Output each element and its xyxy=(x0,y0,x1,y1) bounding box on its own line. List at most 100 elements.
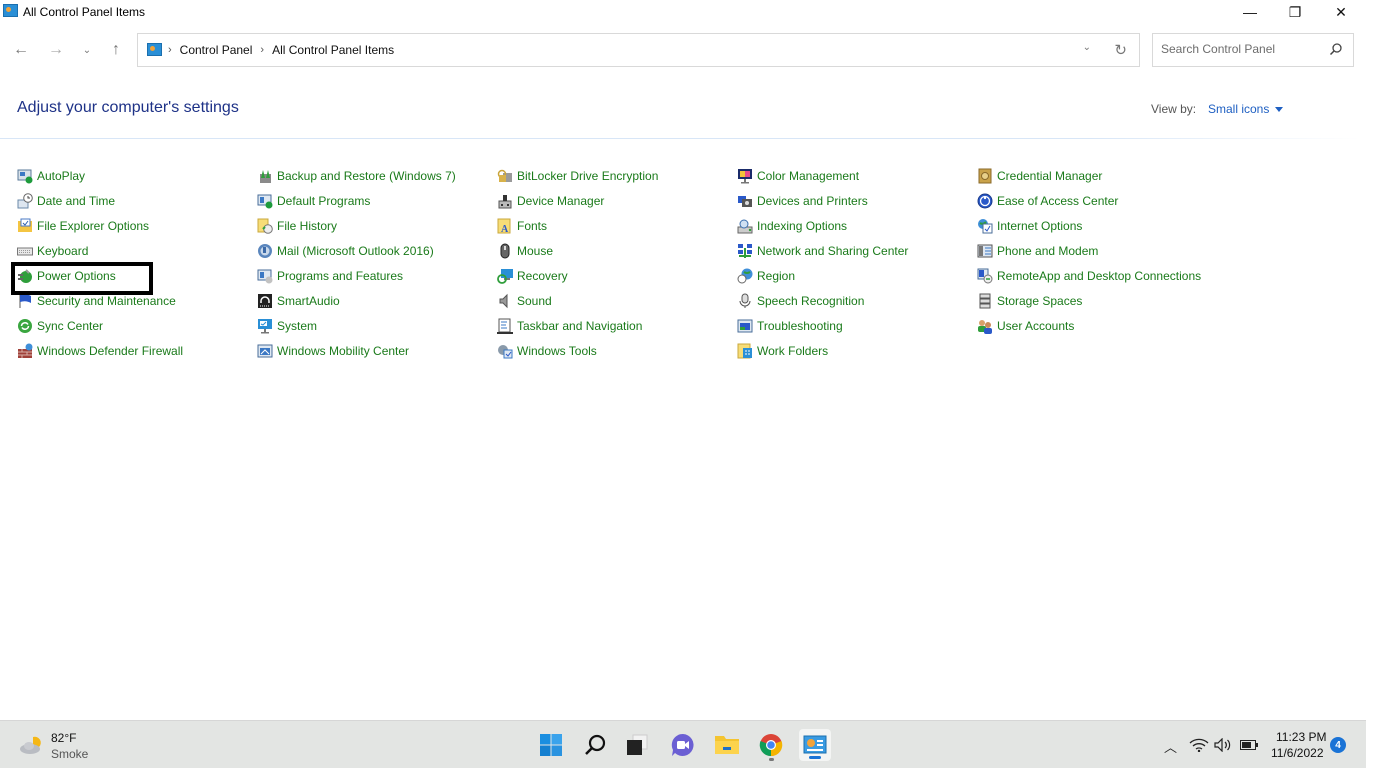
control-panel-item-windows-defender-firewall[interactable]: Windows Defender Firewall xyxy=(17,338,183,363)
tools-icon[interactable] xyxy=(497,343,513,359)
item-label[interactable]: Credential Manager xyxy=(997,169,1102,183)
programs-icon[interactable] xyxy=(257,268,273,284)
item-label[interactable]: Taskbar and Navigation xyxy=(517,319,642,333)
item-label[interactable]: Troubleshooting xyxy=(757,319,843,333)
control-panel-item-power-options[interactable]: Power Options xyxy=(17,263,116,288)
item-label[interactable]: Date and Time xyxy=(37,194,115,208)
control-panel-item-credential-manager[interactable]: Credential Manager xyxy=(977,163,1102,188)
item-label[interactable]: Storage Spaces xyxy=(997,294,1082,308)
item-label[interactable]: Windows Defender Firewall xyxy=(37,344,183,358)
view-by-dropdown[interactable]: Small icons xyxy=(1208,102,1284,116)
control-panel-item-backup-and-restore-windows-7[interactable]: Backup and Restore (Windows 7) xyxy=(257,163,456,188)
search-input[interactable] xyxy=(1161,42,1321,56)
back-button[interactable]: ← xyxy=(9,38,33,62)
item-label[interactable]: Sound xyxy=(517,294,552,308)
address-bar[interactable]: › Control Panel › All Control Panel Item… xyxy=(137,33,1140,67)
ease-of-access-icon[interactable] xyxy=(977,193,993,209)
item-label[interactable]: File Explorer Options xyxy=(37,219,149,233)
taskbar-icon[interactable] xyxy=(497,318,513,334)
close-button[interactable]: ✕ xyxy=(1318,0,1364,24)
maximize-button[interactable]: ❐ xyxy=(1272,0,1318,24)
color-icon[interactable] xyxy=(737,168,753,184)
item-label[interactable]: Mouse xyxy=(517,244,553,258)
weather-icon[interactable] xyxy=(19,735,43,755)
speaker-icon[interactable] xyxy=(497,293,513,309)
address-dropdown-icon[interactable]: ⌄ xyxy=(1083,42,1091,53)
search-icon[interactable] xyxy=(1329,42,1343,56)
item-label[interactable]: Programs and Features xyxy=(277,269,403,283)
default-programs-icon[interactable] xyxy=(257,193,273,209)
weather-description[interactable]: Smoke xyxy=(51,747,88,761)
search-box[interactable] xyxy=(1152,33,1354,67)
item-label[interactable]: SmartAudio xyxy=(277,294,340,308)
control-panel-item-mouse[interactable]: Mouse xyxy=(497,238,553,263)
view-by-value[interactable]: Small icons xyxy=(1208,102,1269,116)
control-panel-item-smartaudio[interactable]: SmartAudio xyxy=(257,288,340,313)
control-panel-item-windows-mobility-center[interactable]: Windows Mobility Center xyxy=(257,338,409,363)
breadcrumb-separator[interactable]: › xyxy=(260,44,264,56)
troubleshoot-icon[interactable] xyxy=(737,318,753,334)
recovery-icon[interactable] xyxy=(497,268,513,284)
chat-button[interactable] xyxy=(667,729,699,761)
notification-badge[interactable]: 4 xyxy=(1330,737,1346,753)
control-panel-item-indexing-options[interactable]: Indexing Options xyxy=(737,213,847,238)
clock-icon[interactable] xyxy=(17,192,33,209)
chrome-button[interactable] xyxy=(755,729,787,761)
control-panel-item-internet-options[interactable]: Internet Options xyxy=(977,213,1082,238)
monitor-icon[interactable] xyxy=(257,318,273,334)
item-label[interactable]: User Accounts xyxy=(997,319,1074,333)
headphones-icon[interactable] xyxy=(257,293,273,309)
control-panel-item-devices-and-printers[interactable]: Devices and Printers xyxy=(737,188,868,213)
control-panel-item-bitlocker-drive-encryption[interactable]: BitLocker Drive Encryption xyxy=(497,163,658,188)
clock-time[interactable]: 11:23 PM xyxy=(1276,730,1326,744)
item-label[interactable]: Ease of Access Center xyxy=(997,194,1118,208)
control-panel-item-device-manager[interactable]: Device Manager xyxy=(497,188,604,213)
item-label[interactable]: AutoPlay xyxy=(37,169,85,183)
firewall-icon[interactable] xyxy=(17,343,33,359)
device-manager-icon[interactable] xyxy=(497,193,513,209)
folder-options-icon[interactable] xyxy=(17,218,33,234)
item-label[interactable]: Fonts xyxy=(517,219,547,233)
storage-icon[interactable] xyxy=(977,293,993,309)
control-panel-item-sound[interactable]: Sound xyxy=(497,288,552,313)
item-label[interactable]: Network and Sharing Center xyxy=(757,244,908,258)
refresh-icon[interactable]: ↻ xyxy=(1114,41,1127,59)
keyboard-icon[interactable] xyxy=(17,243,33,259)
item-label[interactable]: Recovery xyxy=(517,269,568,283)
item-label[interactable]: Internet Options xyxy=(997,219,1082,233)
show-hidden-icons-button[interactable]: ︿ xyxy=(1164,737,1177,756)
forward-button[interactable]: → xyxy=(44,38,68,62)
control-panel-item-recovery[interactable]: Recovery xyxy=(497,263,568,288)
item-label[interactable]: Default Programs xyxy=(277,194,370,208)
control-panel-item-date-and-time[interactable]: Date and Time xyxy=(17,188,115,213)
remoteapp-icon[interactable] xyxy=(977,268,993,284)
control-panel-item-user-accounts[interactable]: User Accounts xyxy=(977,313,1074,338)
network-icon[interactable] xyxy=(737,243,753,259)
microphone-icon[interactable] xyxy=(737,293,753,309)
item-label[interactable]: Devices and Printers xyxy=(757,194,868,208)
item-label[interactable]: Color Management xyxy=(757,169,859,183)
item-label[interactable]: Windows Tools xyxy=(517,344,597,358)
internet-options-icon[interactable] xyxy=(977,218,993,234)
item-label[interactable]: RemoteApp and Desktop Connections xyxy=(997,269,1201,283)
sync-icon[interactable] xyxy=(17,318,33,334)
breadcrumb-control-panel[interactable]: Control Panel xyxy=(180,43,253,57)
bitlocker-icon[interactable] xyxy=(497,168,513,184)
control-panel-item-file-history[interactable]: File History xyxy=(257,213,337,238)
up-button[interactable]: ↑ xyxy=(104,38,128,62)
power-plug-icon[interactable] xyxy=(17,268,33,284)
control-panel-item-remoteapp-and-desktop-connections[interactable]: RemoteApp and Desktop Connections xyxy=(977,263,1201,288)
item-label[interactable]: Speech Recognition xyxy=(757,294,864,308)
mail-icon[interactable] xyxy=(257,243,273,259)
item-label[interactable]: Mail (Microsoft Outlook 2016) xyxy=(277,244,434,258)
task-view-button[interactable] xyxy=(621,729,653,761)
item-label[interactable]: System xyxy=(277,319,317,333)
control-panel-item-file-explorer-options[interactable]: File Explorer Options xyxy=(17,213,149,238)
control-panel-item-fonts[interactable]: A Fonts xyxy=(497,213,547,238)
control-panel-item-default-programs[interactable]: Default Programs xyxy=(257,188,370,213)
item-label[interactable]: BitLocker Drive Encryption xyxy=(517,169,658,183)
item-label[interactable]: Phone and Modem xyxy=(997,244,1098,258)
control-panel-item-system[interactable]: System xyxy=(257,313,317,338)
globe-clock-icon[interactable] xyxy=(737,268,753,284)
item-label[interactable]: Region xyxy=(757,269,795,283)
